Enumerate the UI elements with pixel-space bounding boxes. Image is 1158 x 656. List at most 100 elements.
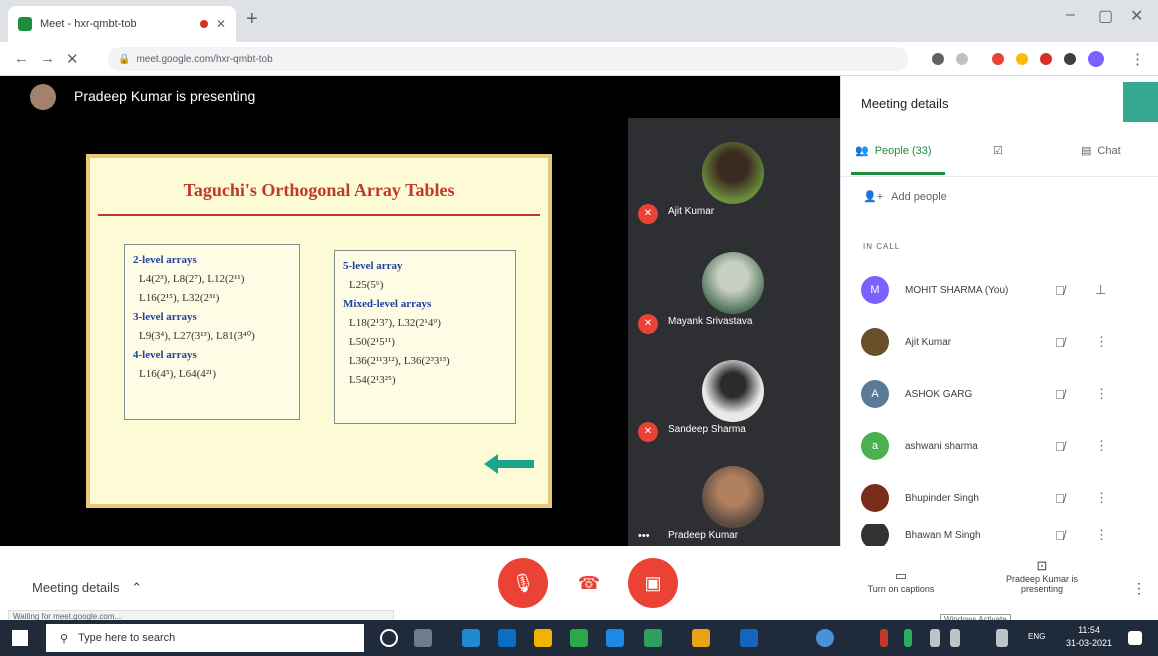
muted-mic-icon: 🎙̸ — [1055, 438, 1065, 454]
star-icon[interactable] — [956, 53, 968, 65]
more-options-icon[interactable]: ⋮ — [1095, 490, 1108, 506]
leave-call-button[interactable]: ☎ — [564, 558, 614, 608]
avatar — [861, 328, 889, 356]
back-icon[interactable]: ← — [14, 50, 29, 67]
back-arrow-icon — [484, 454, 534, 474]
more-options-icon[interactable]: ⋮ — [1132, 580, 1146, 597]
more-options-icon[interactable]: ⋮ — [1095, 527, 1108, 543]
dropbox-icon[interactable] — [498, 629, 516, 647]
participant-row[interactable]: A ASHOK GARG 🎙̸ ⋮ — [861, 376, 1151, 412]
tray-icon[interactable] — [904, 629, 912, 647]
new-tab-button[interactable]: + — [246, 8, 258, 31]
participant-strip: ✕ Ajit Kumar ✕ Mayank Srivastava ✕ Sande… — [628, 118, 840, 546]
array-heading: 5-level array — [343, 260, 403, 272]
mic-toggle-button[interactable]: 🎙 — [498, 558, 548, 608]
network-icon[interactable] — [930, 629, 940, 647]
minimize-icon[interactable]: – — [1066, 6, 1075, 24]
battery-icon[interactable] — [996, 629, 1008, 647]
notifications-icon[interactable] — [1128, 631, 1142, 645]
presenting-button[interactable]: ⊡ Pradeep Kumar is presenting — [992, 558, 1092, 594]
array-item: L4(2³), L8(2⁷), L12(2¹¹) — [139, 273, 245, 285]
close-window-icon[interactable]: ✕ — [1130, 6, 1143, 26]
panel-title: Meeting details — [861, 96, 949, 111]
slide-title: Taguchi's Orthogonal Array Tables — [183, 179, 455, 200]
chrome-icon[interactable] — [644, 629, 662, 647]
captions-label: Turn on captions — [867, 584, 935, 594]
pin-icon[interactable]: ⊥ — [1095, 282, 1106, 298]
participant-row[interactable]: M MOHIT SHARMA (You) 🎙̸ ⊥ — [861, 272, 1151, 308]
app-icon[interactable] — [692, 629, 710, 647]
participant-row[interactable]: Ajit Kumar 🎙̸ ⋮ — [861, 324, 1151, 360]
extension-icon[interactable] — [992, 53, 1004, 65]
presenter-avatar — [30, 84, 56, 110]
menu-icon[interactable]: ⋮ — [1130, 50, 1145, 68]
extension-icon[interactable] — [1064, 53, 1076, 65]
more-options-icon[interactable]: ⋮ — [1095, 438, 1108, 454]
windows-start-icon[interactable] — [12, 630, 28, 646]
clock-date: 31-03-2021 — [1066, 638, 1113, 648]
mail-icon[interactable] — [462, 629, 480, 647]
more-options-icon[interactable]: ⋮ — [1095, 334, 1108, 350]
participant-tile[interactable]: ••• Pradeep Kumar — [628, 456, 840, 560]
app-icon[interactable] — [740, 629, 758, 647]
more-options-icon[interactable]: ••• — [638, 530, 650, 542]
app-icon[interactable] — [534, 629, 552, 647]
cortana-icon[interactable] — [380, 629, 398, 647]
tab-activities[interactable]: ☑ — [993, 144, 1003, 157]
array-heading: Mixed-level arrays — [343, 298, 432, 310]
meet-favicon-icon — [18, 17, 32, 31]
task-view-icon[interactable] — [414, 629, 432, 647]
people-icon: 👥 — [855, 145, 869, 157]
participant-avatar — [702, 252, 764, 314]
participant-tile[interactable]: ✕ Sandeep Sharma — [628, 350, 840, 454]
presenting-label: Pradeep Kumar is presenting — [74, 88, 256, 104]
close-panel-button[interactable] — [1123, 82, 1158, 122]
extension-icon[interactable] — [1016, 53, 1028, 65]
participant-avatar — [702, 142, 764, 204]
chat-icon: ▤ — [1081, 145, 1092, 157]
add-person-icon: 👤+ — [863, 191, 884, 203]
language-indicator[interactable]: ENG — [1028, 632, 1045, 641]
tab-people-label: People (33) — [874, 144, 932, 157]
participant-tile[interactable]: ✕ Mayank Srivastava — [628, 242, 840, 346]
slide-title-box: Taguchi's Orthogonal Array Tables — [98, 166, 540, 216]
avatar — [861, 524, 889, 546]
browser-tab[interactable]: Meet - hxr-qmbt-tob ✕ — [8, 6, 236, 42]
tray-icon[interactable] — [816, 629, 834, 647]
camera-toggle-button[interactable]: ▣ — [628, 558, 678, 608]
taskbar-clock[interactable]: 11:54 31-03-2021 — [1066, 624, 1112, 650]
profile-avatar[interactable] — [1088, 51, 1104, 67]
add-people-button[interactable]: 👤+ Add people — [863, 190, 947, 204]
maximize-icon[interactable]: ▢ — [1098, 6, 1113, 26]
participant-row[interactable]: a ashwani sharma 🎙̸ ⋮ — [861, 428, 1151, 464]
participant-avatar — [702, 466, 764, 528]
tray-icon[interactable] — [880, 629, 888, 647]
close-tab-icon[interactable]: ✕ — [216, 17, 226, 31]
stop-icon[interactable]: ✕ — [66, 50, 79, 68]
camera-icon[interactable] — [932, 53, 944, 65]
left-array-box: 2-level arrays L4(2³), L8(2⁷), L12(2¹¹) … — [124, 244, 300, 420]
camera-off-icon: ▣ — [644, 573, 662, 593]
participant-avatar — [702, 360, 764, 422]
browser-tab-bar: Meet - hxr-qmbt-tob ✕ + – ▢ ✕ — [0, 0, 1158, 42]
participant-row[interactable]: Bhawan M Singh 🎙̸ ⋮ — [861, 524, 1151, 546]
participant-tile[interactable]: ✕ Ajit Kumar — [628, 132, 840, 236]
address-bar[interactable]: 🔒 meet.google.com/hxr-qmbt-tob — [108, 47, 908, 71]
edge-icon[interactable] — [606, 629, 624, 647]
volume-icon[interactable] — [950, 629, 960, 647]
forward-icon[interactable]: → — [40, 50, 55, 67]
app-icon[interactable] — [570, 629, 588, 647]
meeting-details-button[interactable]: Meeting details ⌃ — [32, 580, 142, 596]
taskbar-search[interactable]: ⚲ Type here to search — [46, 624, 364, 652]
more-options-icon[interactable]: ⋮ — [1095, 386, 1108, 402]
avatar: a — [861, 432, 889, 460]
extension-icon[interactable] — [1040, 53, 1052, 65]
presenting-status-label: Pradeep Kumar is presenting — [1005, 574, 1079, 594]
browser-toolbar: ← → ✕ 🔒 meet.google.com/hxr-qmbt-tob ⋮ — [0, 42, 1158, 76]
participant-row[interactable]: Bhupinder Singh 🎙̸ ⋮ — [861, 480, 1151, 516]
array-item: L36(2¹¹3¹²), L36(2³3¹³) — [349, 355, 450, 367]
captions-button[interactable]: ▭ Turn on captions — [846, 568, 956, 594]
tab-chat[interactable]: ▤ Chat — [1081, 144, 1121, 158]
tab-people[interactable]: 👥 People (33) — [855, 144, 932, 158]
muted-mic-icon: ✕ — [638, 204, 658, 224]
